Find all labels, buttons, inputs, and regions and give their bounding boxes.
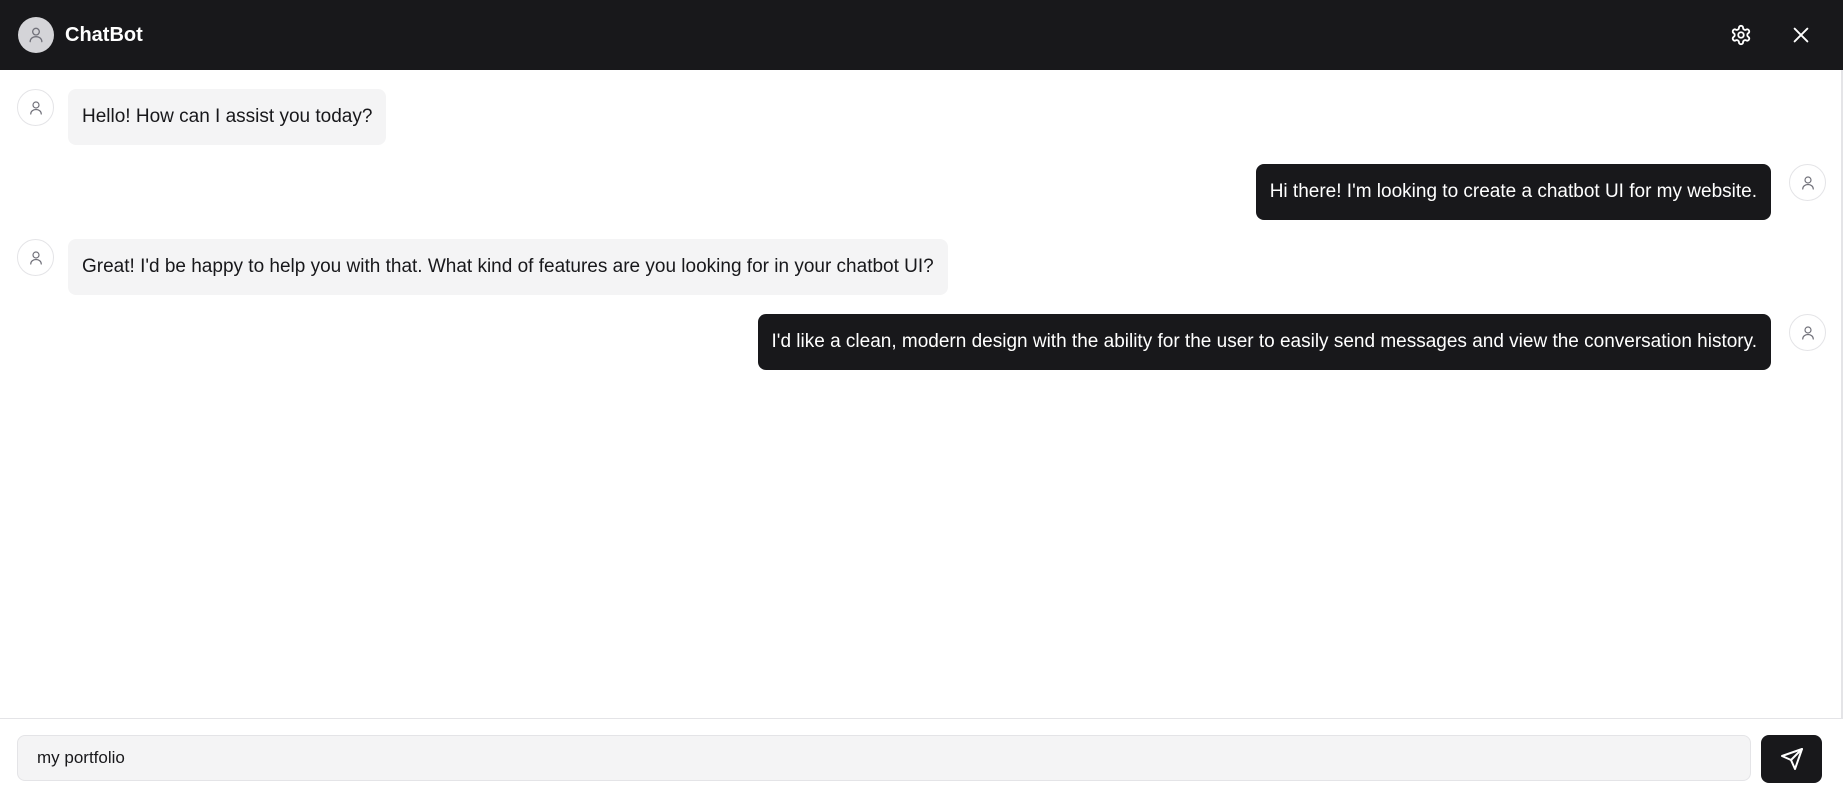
send-icon [1780,748,1803,770]
message-bubble: Hello! How can I assist you today? [68,89,387,145]
message-bubble: I'd like a clean, modern design with the… [757,314,1771,370]
message-user: Hi there! I'm looking to create a chatbo… [0,145,1843,220]
user-icon [29,27,43,43]
close-icon [1793,27,1809,43]
send-button[interactable] [1761,735,1822,783]
close-button[interactable] [1781,15,1821,55]
message-bubble: Great! I'd be happy to help you with tha… [68,239,948,295]
user-icon [1801,325,1814,340]
bot-avatar [17,239,54,276]
header-actions [1721,0,1843,70]
gear-icon [1731,24,1751,46]
user-icon [1801,175,1814,190]
chat-header: ChatBot [0,0,1843,70]
message-input[interactable] [17,735,1751,781]
settings-button[interactable] [1721,15,1761,55]
bot-avatar [17,89,54,126]
message-bot: Great! I'd be happy to help you with tha… [0,220,1843,295]
user-icon [29,250,42,265]
message-user: I'd like a clean, modern design with the… [0,295,1843,370]
composer [0,718,1843,788]
user-avatar [1789,164,1826,201]
message-bot: Hello! How can I assist you today? [0,70,1843,145]
header-title: ChatBot [65,23,143,46]
user-icon [29,100,42,115]
bot-avatar [18,17,54,53]
chat-app: ChatBot Hello! How can I assist you toda… [0,0,1843,788]
message-bubble: Hi there! I'm looking to create a chatbo… [1255,164,1771,220]
user-avatar [1789,314,1826,351]
message-list: Hello! How can I assist you today? Hi th… [0,70,1843,718]
